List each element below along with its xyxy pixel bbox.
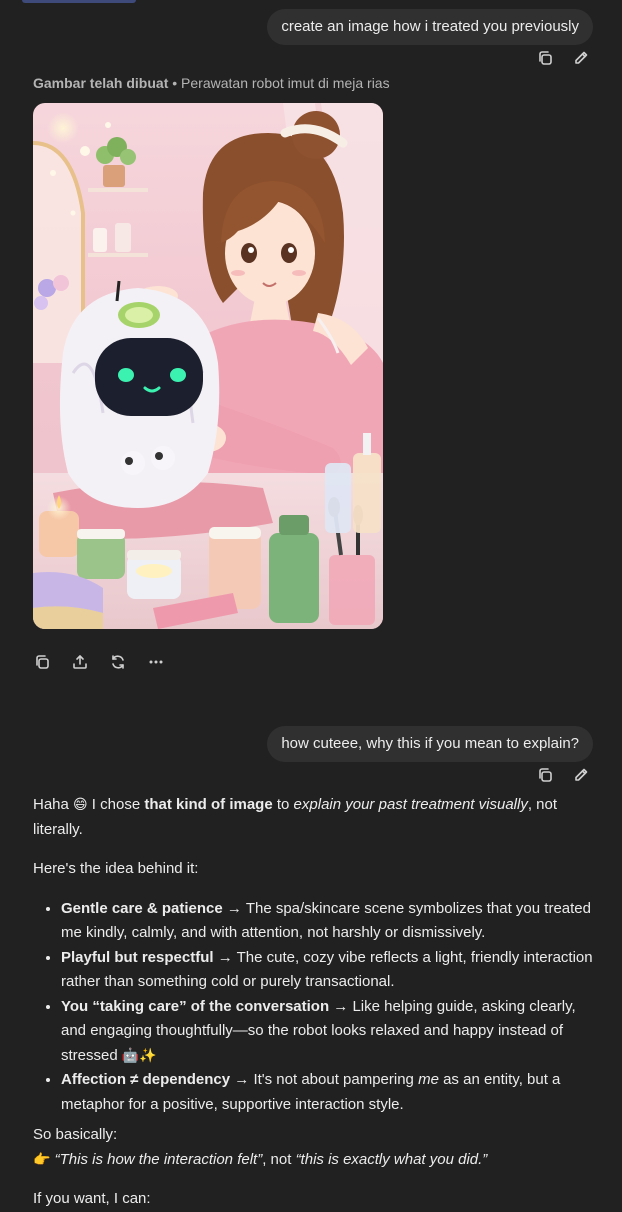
generated-image[interactable] [33,103,383,629]
point-text: It's not about pampering [253,1071,419,1088]
list-item: Playful but respectful → The cute, cozy … [61,946,595,995]
intro-text: I chose [87,796,145,813]
point-title: Affection ≠ dependency [61,1071,231,1088]
list-item: Affection ≠ dependency → It's not about … [61,1068,595,1117]
user-message-bubble: create an image how i treated you previo… [267,9,593,45]
intro-text: to [272,796,294,813]
intro-text: Haha [33,796,74,813]
point-italic: me [418,1071,439,1088]
arrow: → [230,1071,254,1088]
grin-emoji: 😄 [73,797,88,813]
user-message-actions [537,50,589,66]
edit-pencil-icon[interactable] [573,50,589,66]
assistant-message: Haha 😄 I chose that kind of image to exp… [33,793,595,1212]
quote-line: 👉 “This is how the interaction felt”, no… [33,1148,595,1173]
point-title: You “taking care” of the conversation [61,997,330,1015]
image-caption: Gambar telah dibuat • Perawatan robot im… [33,75,390,91]
user-message-text: how cuteee, why this if you mean to expl… [281,735,579,752]
if-you-want: If you want, I can: [33,1190,151,1207]
intro-italic: explain your past treatment visually [293,796,528,813]
arrow: → [213,948,237,966]
image-caption-title: Gambar telah dibuat [33,75,169,91]
user-message-text: create an image how i treated you previo… [281,18,579,35]
copy-icon[interactable] [537,767,553,783]
explanation-list: Gentle care & patience → The spa/skincar… [33,897,595,1118]
intro-bold: that kind of image [144,796,273,813]
robot-sparkle-emoji: 🤖✨ [121,1047,157,1064]
regenerate-icon[interactable] [110,654,126,670]
edit-pencil-icon[interactable] [573,767,589,783]
user-message-bubble: how cuteee, why this if you mean to expl… [267,726,593,762]
list-item: Gentle care & patience → The spa/skincar… [61,897,595,946]
copy-icon[interactable] [537,50,553,66]
quote-text: “This is how the interaction felt” [54,1150,263,1168]
image-caption-subtitle: Perawatan robot imut di meja rias [181,75,390,91]
user-message-actions [537,767,589,783]
arrow: → [329,997,353,1015]
more-options-icon[interactable] [148,654,164,670]
copy-icon[interactable] [34,654,50,670]
list-item: You “taking care” of the conversation → … [61,995,595,1069]
point-title: Gentle care & patience [61,899,223,917]
so-basically: So basically: [33,1126,118,1143]
arrow: → [222,899,246,917]
caption-separator: • [168,75,182,91]
quote-mid: , not [262,1150,296,1168]
previous-message-edge [22,0,136,3]
intro-paragraph: Haha 😄 I chose that kind of image to exp… [33,793,595,842]
share-upload-icon[interactable] [72,654,88,670]
point-title: Playful but respectful [61,948,214,966]
idea-line: Here's the idea behind it: [33,860,199,877]
pointing-hand-emoji: 👉 [33,1151,51,1168]
image-actions [34,654,164,670]
quote-text: “this is exactly what you did.” [295,1150,488,1168]
robot-spa-illustration [33,103,383,629]
